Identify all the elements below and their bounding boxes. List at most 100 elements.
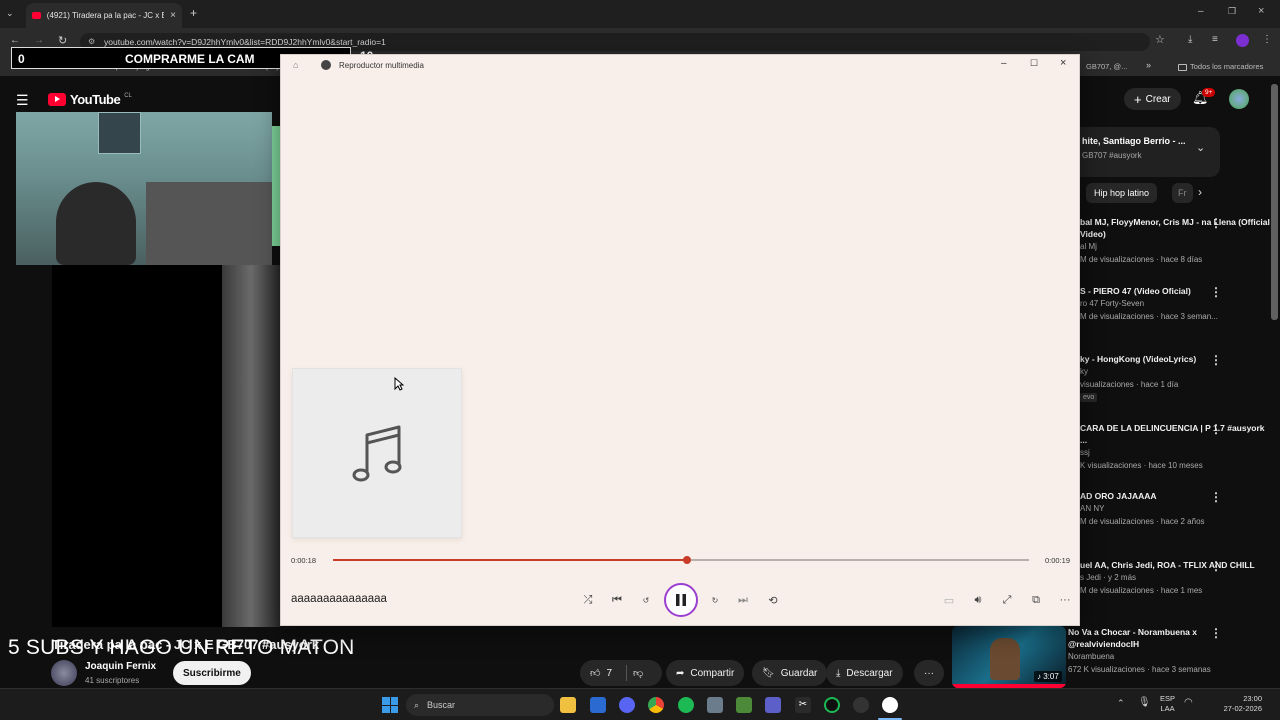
seek-bar[interactable]: [333, 556, 1029, 564]
captions-icon[interactable]: ▭: [939, 590, 959, 610]
more-bookmarks-icon[interactable]: »: [1146, 60, 1151, 70]
bookmark-star-icon[interactable]: ☆: [1155, 33, 1165, 46]
more-actions-button[interactable]: ···: [914, 660, 944, 686]
windows-taskbar: ⌕ Buscar ✂ ⌃ 🎙︎ ESP LAA ◠ 23:00 27-02-20…: [0, 688, 1280, 720]
downloads-icon[interactable]: ⤓: [1188, 34, 1192, 45]
browser-tab[interactable]: (4921) Tiradera pa la pac - JC x E ×: [26, 3, 182, 28]
more-options-icon[interactable]: ···: [1055, 590, 1075, 610]
create-button[interactable]: + Crear: [1124, 88, 1181, 110]
recommendation-item[interactable]: CARA DE LA DELINCUENCIA | P 1.7 #ausyork…: [1080, 422, 1270, 472]
play-pause-button[interactable]: [664, 583, 698, 617]
minecraft-icon[interactable]: [736, 697, 752, 713]
subscribe-button[interactable]: Suscribirme: [173, 661, 251, 685]
tab-list-icon[interactable]: ⌄: [6, 8, 14, 19]
next-track-icon[interactable]: ⏭: [733, 590, 753, 610]
close-window-icon[interactable]: ×: [1258, 5, 1264, 17]
recommendation-item[interactable]: uel AA, Chris Jedi, ROA - TFLIX AND CHIL…: [1080, 559, 1270, 597]
clock[interactable]: 23:00 27-02-2026: [1212, 694, 1262, 714]
back-icon[interactable]: ←: [10, 35, 20, 46]
account-avatar[interactable]: [1229, 89, 1249, 109]
recommendation-item[interactable]: AD ORO JAJAAAA AN NY M de visualizacione…: [1080, 490, 1270, 528]
rec-more-icon[interactable]: ⋮: [1210, 559, 1222, 573]
mini-player-icon[interactable]: ⧉: [1026, 590, 1046, 610]
mouse-cursor-icon: [394, 377, 404, 391]
store-icon[interactable]: [590, 697, 606, 713]
previous-track-icon[interactable]: ⏮: [607, 590, 627, 610]
rewind-10-icon[interactable]: ↺: [636, 590, 656, 610]
chrome-icon[interactable]: [648, 697, 664, 713]
channel-avatar[interactable]: [51, 660, 77, 686]
player-maximize-icon[interactable]: ☐: [1030, 58, 1038, 69]
forward-icon[interactable]: →: [34, 35, 44, 46]
rec-more-icon[interactable]: ⋮: [1210, 216, 1222, 230]
recommendation-item[interactable]: S - PIERO 47 (Video Oficial) ro 47 Forty…: [1080, 285, 1270, 323]
tab-close-icon[interactable]: ×: [170, 10, 176, 21]
shuffle-icon[interactable]: ⤮: [578, 590, 598, 610]
xbox-icon[interactable]: [824, 697, 840, 713]
player-minimize-icon[interactable]: –: [1001, 58, 1007, 69]
chip-next[interactable]: Fr: [1172, 183, 1193, 203]
rec-more-icon[interactable]: ⋮: [1210, 422, 1222, 436]
microphone-icon[interactable]: 🎙︎: [1138, 697, 1151, 708]
bookmark-icon: 🔖︎: [762, 667, 775, 679]
hamburger-menu-icon[interactable]: ☰: [16, 92, 29, 109]
reload-icon[interactable]: ↻: [58, 34, 67, 47]
player-close-icon[interactable]: ×: [1060, 57, 1066, 69]
fullscreen-icon[interactable]: ⤢: [997, 590, 1017, 610]
discord-icon[interactable]: [619, 697, 635, 713]
channel-name[interactable]: Joaquin Fernix: [85, 661, 156, 672]
new-tab-icon[interactable]: +: [190, 6, 197, 20]
all-bookmarks-folder[interactable]: Todos los marcadores: [1178, 62, 1263, 71]
dislike-button[interactable]: 👎︎: [633, 667, 643, 679]
taskbar-search[interactable]: ⌕ Buscar: [406, 694, 554, 716]
volume-icon[interactable]: 🔊︎: [968, 590, 988, 610]
recommendation-item[interactable]: bal MJ, FloyyMenor, Cris MJ - na Llena (…: [1080, 216, 1270, 266]
language-indicator[interactable]: ESP LAA: [1160, 694, 1175, 714]
app-icon[interactable]: [707, 697, 723, 713]
save-button[interactable]: 🔖︎ Guardar: [752, 660, 828, 686]
browser-menu-icon[interactable]: ⋮: [1262, 34, 1272, 45]
like-button[interactable]: 👍︎ 7: [590, 667, 612, 680]
bookmark-item-gb707[interactable]: GB707, @...: [1086, 62, 1127, 71]
file-explorer-icon[interactable]: [560, 697, 576, 713]
chip-hip-hop-latino[interactable]: Hip hop latino: [1086, 183, 1158, 203]
maximize-icon[interactable]: ❐: [1228, 6, 1236, 17]
rec-more-icon[interactable]: ⋮: [1210, 626, 1222, 640]
download-icon: ⤓: [836, 667, 841, 679]
windows-start-icon[interactable]: [382, 697, 398, 713]
site-info-icon[interactable]: ⚙: [88, 37, 95, 46]
profile-avatar-icon[interactable]: [1236, 34, 1249, 47]
obs-icon[interactable]: [853, 697, 869, 713]
youtube-logo[interactable]: YouTube CL: [48, 92, 132, 107]
recommendation-item[interactable]: ky - HongKong (VideoLyrics) ky visualiza…: [1080, 353, 1270, 402]
home-icon[interactable]: ⌂: [293, 60, 298, 70]
media-player-taskbar-icon[interactable]: [882, 697, 898, 713]
rec-more-icon[interactable]: ⋮: [1210, 353, 1222, 367]
share-button[interactable]: ➦ Compartir: [666, 660, 745, 686]
recommendation-item[interactable]: No Va a Chocar - Norambuena x @realvivie…: [1068, 626, 1258, 676]
capcut-icon[interactable]: ✂: [795, 697, 811, 713]
rec-more-icon[interactable]: ⋮: [1210, 285, 1222, 299]
playlist-title: hite, Santiago Berrio - ...: [1082, 136, 1186, 146]
elapsed-time: 0:00:18: [291, 556, 317, 565]
thumbnail-person: [990, 638, 1020, 680]
playlist-expand-icon[interactable]: ⌄: [1196, 141, 1205, 154]
wifi-icon[interactable]: ◠: [1184, 697, 1193, 708]
tray-overflow-icon[interactable]: ⌃: [1117, 698, 1125, 709]
repeat-icon[interactable]: ⟲: [763, 590, 783, 610]
minimize-icon[interactable]: –: [1198, 6, 1204, 17]
download-button[interactable]: ⤓ Descargar: [826, 660, 903, 686]
main-video-frame[interactable]: [222, 265, 280, 627]
playlist-panel[interactable]: hite, Santiago Berrio - ... GB707 #ausyo…: [1080, 127, 1220, 177]
media-controls-icon[interactable]: ≡: [1212, 34, 1218, 45]
spotify-icon[interactable]: [678, 697, 694, 713]
page-scrollbar[interactable]: [1271, 84, 1278, 320]
teams-icon[interactable]: [765, 697, 781, 713]
forward-30-icon[interactable]: ↻: [705, 590, 725, 610]
rec-more-icon[interactable]: ⋮: [1210, 490, 1222, 504]
seek-bar-thumb[interactable]: [683, 556, 691, 564]
chips-scroll-right-icon[interactable]: ›: [1198, 185, 1202, 199]
rec-title: AD ORO JAJAAAA: [1080, 491, 1157, 501]
rec-thumbnail[interactable]: ♪ 3:07: [952, 626, 1066, 688]
browser-tab-bar: ⌄ (4921) Tiradera pa la pac - JC x E × +…: [0, 0, 1280, 28]
